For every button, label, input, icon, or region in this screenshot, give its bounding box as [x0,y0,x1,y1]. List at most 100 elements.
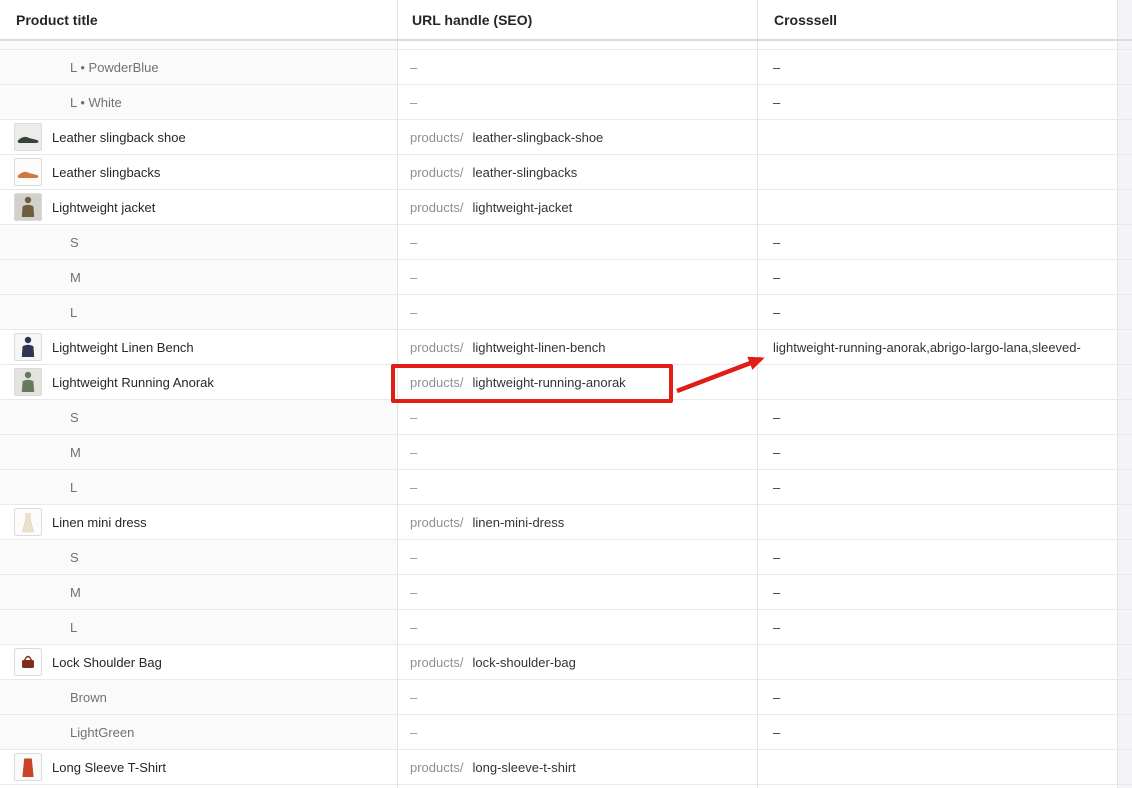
crosssell-text: – [773,620,780,635]
product-title-text: Lock Shoulder Bag [52,655,162,670]
product-title-text: M [70,445,81,460]
crosssell-cell[interactable]: lightweight-running-anorak,abrigo-largo-… [758,330,1118,364]
table-row: Leather slingbacks products/ leather-sli… [0,155,1132,190]
column-header-product-title: Product title [0,0,398,39]
url-prefix-text: products/ [410,165,463,180]
bulk-editor-table: Product title URL handle (SEO) Crosssell… [0,0,1132,788]
long-sleeve-t-shirt-thumbnail [14,753,42,781]
url-prefix-text: products/ [410,515,463,530]
crosssell-cell[interactable]: – [758,470,1118,504]
url-handle-text: – [410,60,417,75]
page-gutter [1118,680,1132,714]
url-handle-cell[interactable]: – [398,470,758,504]
page-gutter [1118,0,1132,39]
table-row: LightGreen – – [0,715,1132,750]
url-handle-cell[interactable]: products/ lightweight-jacket [398,190,758,224]
table-row: Lock Shoulder Bag products/ lock-shoulde… [0,645,1132,680]
lightweight-running-anorak-thumbnail [14,368,42,396]
page-gutter [1118,645,1132,679]
crosssell-cell[interactable] [758,120,1118,154]
url-handle-cell[interactable]: products/ lightweight-running-anorak [398,365,758,399]
product-title-cell: L [0,470,398,504]
product-title-text: Brown [70,690,107,705]
product-title-text: Lightweight Linen Bench [52,340,194,355]
table-header-row: Product title URL handle (SEO) Crosssell [0,0,1132,41]
product-title-text: L • White [70,95,122,110]
crosssell-cell[interactable]: – [758,715,1118,749]
leather-slingback-shoe-thumbnail [14,123,42,151]
product-title-text: Lightweight jacket [52,200,155,215]
product-title-text: M [70,270,81,285]
crosssell-cell[interactable]: – [758,680,1118,714]
url-handle-cell[interactable]: products/ lightweight-linen-bench [398,330,758,364]
product-title-text: M [70,585,81,600]
url-handle-cell[interactable]: – [398,575,758,609]
url-handle-cell[interactable]: products/ leather-slingback-shoe [398,120,758,154]
crosssell-cell[interactable]: – [758,85,1118,119]
crosssell-cell[interactable]: – [758,260,1118,294]
url-handle-text: – [410,690,417,705]
url-handle-cell[interactable]: – [398,400,758,434]
product-title-cell: L • PowderBlue [0,50,398,84]
url-handle-cell[interactable]: products/ linen-mini-dress [398,505,758,539]
crosssell-text: – [773,270,780,285]
lightweight-linen-bench-thumbnail [14,333,42,361]
url-handle-cell[interactable]: – [398,680,758,714]
product-title-text: L • PowderBlue [70,60,159,75]
product-title-cell: S [0,540,398,574]
url-handle-cell[interactable]: – [398,295,758,329]
crosssell-cell[interactable]: – [758,435,1118,469]
product-title-cell: Leather slingbacks [0,155,398,189]
crosssell-cell[interactable]: – [758,610,1118,644]
crosssell-cell[interactable] [758,365,1118,399]
table-row: Leather slingback shoe products/ leather… [0,120,1132,155]
table-row: L – – [0,295,1132,330]
crosssell-cell[interactable]: – [758,295,1118,329]
crosssell-cell[interactable]: – [758,575,1118,609]
page-gutter [1118,365,1132,399]
product-title-cell: L • White [0,85,398,119]
url-handle-cell[interactable]: products/ long-sleeve-t-shirt [398,750,758,784]
url-handle-cell[interactable]: – [398,260,758,294]
crosssell-cell[interactable] [758,750,1118,784]
url-handle-cell[interactable]: – [398,50,758,84]
url-handle-cell[interactable]: – [398,435,758,469]
url-prefix-text: products/ [410,655,463,670]
crosssell-text: – [773,480,780,495]
crosssell-cell[interactable]: – [758,225,1118,259]
url-handle-cell[interactable]: – [398,715,758,749]
url-handle-text: – [410,620,417,635]
page-gutter [1118,575,1132,609]
url-handle-text: – [410,585,417,600]
url-handle-text: – [410,445,417,460]
page-gutter [1118,85,1132,119]
crosssell-text: – [773,445,780,460]
crosssell-cell[interactable]: – [758,400,1118,434]
page-gutter [1118,225,1132,259]
url-handle-text: – [410,235,417,250]
crosssell-cell[interactable]: – [758,540,1118,574]
url-handle-text: – [410,95,417,110]
page-gutter [1118,330,1132,364]
url-handle-cell[interactable]: – [398,540,758,574]
product-title-text: Long Sleeve T-Shirt [52,760,166,775]
url-handle-cell[interactable]: products/ leather-slingbacks [398,155,758,189]
product-title-text: L [70,620,77,635]
page-gutter [1118,41,1132,49]
crosssell-cell[interactable] [758,190,1118,224]
page-gutter [1118,155,1132,189]
page-gutter [1118,610,1132,644]
page-gutter [1118,295,1132,329]
url-handle-cell[interactable]: – [398,225,758,259]
crosssell-cell[interactable]: – [758,50,1118,84]
url-handle-cell[interactable]: – [398,85,758,119]
product-title-cell: Long Sleeve T-Shirt [0,750,398,784]
table-row: M – – [0,575,1132,610]
url-handle-cell[interactable]: products/ lock-shoulder-bag [398,645,758,679]
crosssell-text: – [773,690,780,705]
url-handle-cell[interactable]: – [398,610,758,644]
crosssell-cell[interactable] [758,155,1118,189]
crosssell-cell[interactable] [758,505,1118,539]
crosssell-cell[interactable] [758,645,1118,679]
product-title-text: Leather slingback shoe [52,130,186,145]
